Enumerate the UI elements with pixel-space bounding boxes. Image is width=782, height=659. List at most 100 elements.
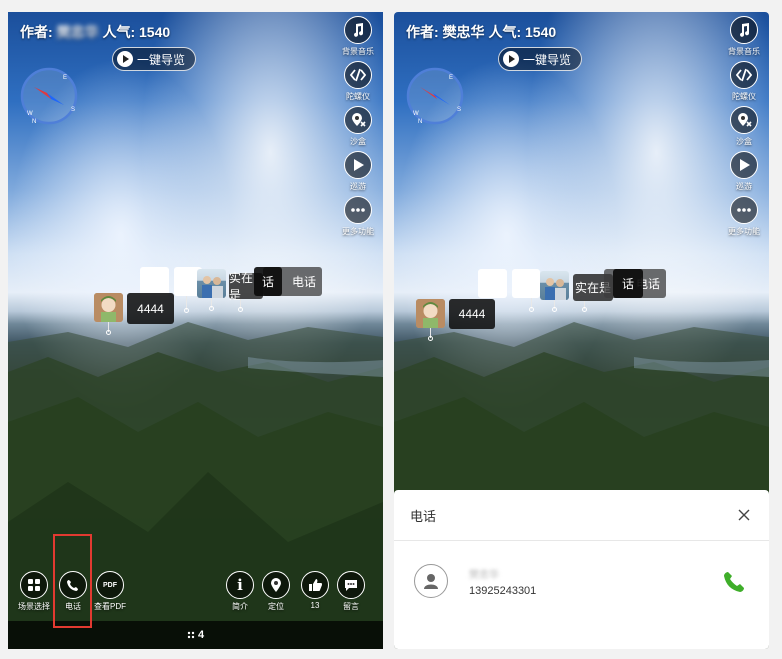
gyroscope-button[interactable]: 陀螺仪 (344, 61, 372, 102)
sandbox-icon (344, 106, 372, 134)
hotspot-blank-box (478, 269, 507, 298)
contact-row: 樊忠华 13925243301 (414, 564, 749, 598)
person-photo-icon (202, 276, 223, 298)
author-name: 樊忠华 (56, 24, 99, 40)
panorama-viewer-right[interactable]: 作者: 樊忠华 人气: 1540 一键导览 E S W N 背景音乐 陀螺仪 沙… (394, 12, 769, 649)
scene-select-label: 场景选择 (18, 602, 50, 611)
call-button[interactable] (721, 567, 749, 595)
side-menu: 背景音乐 陀螺仪 沙盒 巡游 更多功能 (725, 16, 763, 241)
cartoon-avatar-icon (94, 293, 123, 322)
compass-letter-s: S (457, 107, 461, 113)
guide-button-label: 一键导览 (523, 52, 572, 67)
hotspot-dot (184, 308, 189, 313)
view-pdf-button[interactable]: PDF 查看PDF (94, 571, 126, 612)
hotspot-blank-box (512, 269, 540, 298)
popularity-value: 1540 (139, 24, 171, 40)
tag-hua[interactable]: 话 (613, 269, 643, 298)
music-label: 背景音乐 (342, 47, 374, 56)
author-info: 作者: 樊忠华 人气: 1540 (406, 22, 556, 42)
play-icon (503, 51, 519, 67)
mountain-ridges (394, 322, 769, 492)
close-button[interactable] (735, 506, 753, 524)
info-icon: i (226, 571, 254, 599)
grid-icon (20, 571, 48, 599)
play-icon (117, 51, 133, 67)
music-button[interactable]: 背景音乐 (728, 16, 760, 57)
contact-name: 樊忠华 (469, 569, 499, 581)
compass-letter-w: W (27, 111, 33, 117)
like-button[interactable]: 13 (301, 571, 329, 610)
hotspot-dot (238, 307, 243, 312)
tour-label: 巡游 (736, 182, 752, 191)
tour-label: 巡游 (350, 182, 366, 191)
tag-4444[interactable]: 4444 (127, 293, 174, 324)
music-note-icon (344, 16, 372, 44)
gyroscope-button[interactable]: 陀螺仪 (730, 61, 758, 102)
hotspot-avatar[interactable] (416, 299, 445, 328)
hotspot-dot (552, 307, 557, 312)
phone-sheet-header: 电话 (394, 490, 769, 541)
popularity-label: 人气: (488, 24, 522, 40)
dots-icon (187, 631, 195, 639)
sandbox-button[interactable]: 沙盒 (344, 106, 372, 147)
hotspot-photo[interactable] (197, 269, 226, 298)
locate-button[interactable]: 定位 (262, 571, 290, 612)
intro-button[interactable]: i 简介 (226, 571, 254, 612)
more-button[interactable]: 更多功能 (728, 196, 760, 237)
guide-button[interactable]: 一键导览 (498, 47, 583, 71)
guide-button[interactable]: 一键导览 (112, 47, 197, 71)
tag-4444[interactable]: 4444 (449, 299, 495, 329)
guide-button-label: 一键导览 (137, 52, 186, 67)
more-label: 更多功能 (728, 227, 760, 236)
more-icon (344, 196, 372, 224)
more-label: 更多功能 (342, 227, 374, 236)
hotspot-blank-2[interactable] (512, 269, 540, 298)
hotspot-blank-1[interactable] (478, 269, 507, 298)
tag-4444-text: 4444 (458, 307, 486, 321)
phone-sheet: 电话 樊忠华 13925243301 (394, 490, 769, 649)
sandbox-button[interactable]: 沙盒 (730, 106, 758, 147)
tag-4444-text: 4444 (137, 301, 164, 316)
thumbs-up-icon (301, 571, 329, 599)
music-button[interactable]: 背景音乐 (342, 16, 374, 57)
hotspot-dot (582, 307, 587, 312)
comment-icon (337, 571, 365, 599)
hotspot-blank-box (140, 267, 169, 296)
more-button[interactable]: 更多功能 (342, 196, 374, 237)
close-icon (738, 509, 750, 521)
scene-select-button[interactable]: 场景选择 (18, 571, 50, 612)
sandbox-icon (730, 106, 758, 134)
person-photo-icon (545, 278, 566, 300)
tag-hua-text: 话 (261, 275, 274, 289)
author-name: 樊忠华 (442, 24, 485, 40)
hotspot-dot (529, 307, 534, 312)
contact-phone: 13925243301 (469, 584, 537, 597)
comment-button[interactable]: 留言 (337, 571, 365, 612)
music-label: 背景音乐 (728, 47, 760, 56)
cartoon-avatar-icon (416, 299, 445, 328)
tag-hua[interactable]: 话 (254, 267, 282, 296)
author-info: 作者: 樊忠华 人气: 1540 (20, 22, 170, 42)
compass-icon[interactable]: E S W N (18, 65, 80, 127)
hotspot-photo[interactable] (540, 271, 569, 300)
tour-button[interactable]: 巡游 (344, 151, 372, 192)
tag-hua-text: 话 (621, 277, 634, 291)
compass-letter-w: W (413, 111, 419, 117)
compass-letter-s: S (71, 107, 75, 113)
phone-call-icon (724, 572, 744, 592)
compass-letter-e: E (449, 75, 453, 81)
compass-icon[interactable]: E S W N (404, 65, 466, 127)
likes-count: 13 (310, 601, 320, 610)
scene-count: 4 (197, 629, 205, 641)
panorama-viewer-left[interactable]: 作者: 樊忠华 人气: 1540 一键导览 E S W N 背景音乐 陀螺仪 沙… (8, 12, 383, 649)
popularity-value: 1540 (525, 24, 557, 40)
gyroscope-label: 陀螺仪 (346, 92, 370, 101)
highlight-box (53, 534, 92, 628)
tour-button[interactable]: 巡游 (730, 151, 758, 192)
hotspot-blank-1[interactable] (140, 267, 169, 296)
compass-letter-n: N (32, 119, 36, 125)
compass-letter-n: N (418, 119, 422, 125)
popularity-label: 人气: (102, 24, 136, 40)
hotspot-avatar[interactable] (94, 293, 123, 322)
pdf-icon-text: PDF (103, 581, 117, 589)
